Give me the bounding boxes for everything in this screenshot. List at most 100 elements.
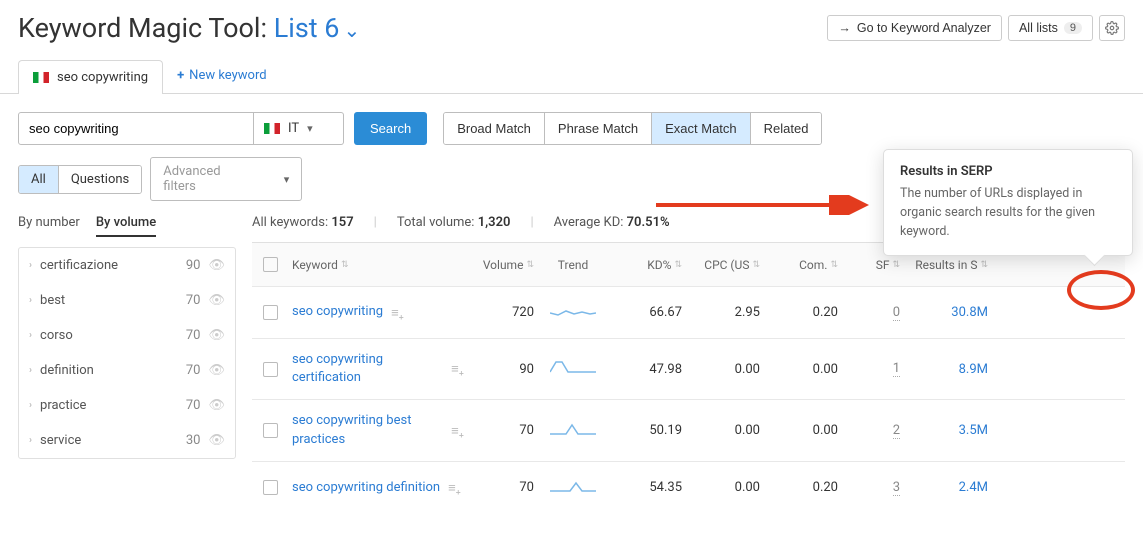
- results-value[interactable]: 2.4M: [959, 480, 988, 495]
- chevron-right-icon: ›: [29, 365, 32, 376]
- sidebar-item-count: 70: [186, 398, 201, 413]
- filter-all-button[interactable]: All: [19, 166, 59, 193]
- sort-icon: ⇅: [526, 260, 534, 270]
- kd-value: 47.98: [608, 354, 686, 385]
- row-checkbox[interactable]: [263, 305, 278, 320]
- eye-icon[interactable]: 👁: [208, 433, 225, 448]
- volume-value: 70: [468, 472, 538, 503]
- country-select[interactable]: IT ▾: [254, 112, 344, 145]
- all-keywords-value: 157: [331, 215, 353, 230]
- com-value: 0.20: [764, 297, 842, 328]
- col-volume[interactable]: Volume⇅: [468, 250, 538, 280]
- eye-icon[interactable]: 👁: [208, 363, 225, 378]
- col-cpc[interactable]: CPC (US⇅: [686, 250, 764, 280]
- tooltip-body: The number of URLs displayed in organic …: [900, 185, 1116, 241]
- chevron-right-icon: ›: [29, 260, 32, 271]
- sidebar-item-count: 70: [186, 328, 201, 343]
- sidebar-item[interactable]: ›certificazione90👁: [19, 248, 235, 283]
- col-kd[interactable]: KD%⇅: [608, 250, 686, 280]
- sf-value[interactable]: 3: [893, 480, 900, 496]
- all-lists-label: All lists: [1019, 21, 1058, 35]
- list-name-link[interactable]: List 6⌄: [274, 12, 361, 44]
- sidebar-item-label: service: [40, 433, 186, 448]
- volume-value: 90: [468, 354, 538, 385]
- add-to-list-icon[interactable]: ≡₊: [451, 423, 464, 439]
- results-tooltip: Results in SERP The number of URLs displ…: [883, 149, 1133, 256]
- chevron-right-icon: ›: [29, 435, 32, 446]
- flag-italy-icon: [264, 123, 280, 134]
- settings-button[interactable]: [1099, 15, 1125, 41]
- sf-value[interactable]: 0: [893, 305, 900, 321]
- trend-sparkline: [550, 303, 596, 319]
- add-to-list-icon[interactable]: ≡₊: [451, 361, 464, 377]
- annotation-arrow: [656, 195, 876, 215]
- broad-match-button[interactable]: Broad Match: [444, 113, 545, 144]
- kd-value: 50.19: [608, 415, 686, 446]
- sort-icon: ⇅: [752, 260, 760, 270]
- table-row: seo copywriting certification ≡₊ 90 47.98…: [252, 339, 1125, 400]
- go-to-analyzer-label: Go to Keyword Analyzer: [857, 21, 991, 35]
- kd-value: 66.67: [608, 297, 686, 328]
- sf-value[interactable]: 1: [893, 361, 900, 377]
- advanced-filters-label: Advanced filters: [163, 164, 253, 194]
- add-to-list-icon[interactable]: ≡₊: [391, 305, 404, 321]
- all-lists-button[interactable]: All lists 9: [1008, 15, 1093, 41]
- sort-by-number-tab[interactable]: By number: [18, 215, 80, 237]
- eye-icon[interactable]: 👁: [208, 293, 225, 308]
- phrase-match-button[interactable]: Phrase Match: [545, 113, 652, 144]
- exact-match-button[interactable]: Exact Match: [652, 113, 751, 144]
- col-keyword[interactable]: Keyword⇅: [288, 250, 468, 280]
- table-row: seo copywriting≡₊ 720 66.67 2.95 0.20 0 …: [252, 287, 1125, 339]
- keyword-link[interactable]: seo copywriting definition: [292, 479, 440, 497]
- search-button[interactable]: Search: [354, 112, 427, 145]
- row-checkbox[interactable]: [263, 423, 278, 438]
- match-type-group: Broad Match Phrase Match Exact Match Rel…: [443, 112, 822, 145]
- keyword-link[interactable]: seo copywriting: [292, 303, 383, 321]
- sidebar-item-count: 90: [186, 258, 201, 273]
- sort-icon: ⇅: [980, 260, 988, 270]
- sidebar-item[interactable]: ›practice70👁: [19, 388, 235, 423]
- sidebar-item[interactable]: ›best70👁: [19, 283, 235, 318]
- keyword-tab[interactable]: seo copywriting: [18, 60, 163, 94]
- keywords-table: Keyword⇅ Volume⇅ Trend KD%⇅ CPC (US⇅ Com…: [252, 242, 1125, 514]
- advanced-filters-dropdown[interactable]: Advanced filters ▾: [150, 157, 302, 201]
- row-checkbox[interactable]: [263, 480, 278, 495]
- tooltip-title: Results in SERP: [900, 164, 1116, 179]
- sidebar-item[interactable]: ›definition70👁: [19, 353, 235, 388]
- total-volume-label: Total volume:: [397, 215, 475, 230]
- sidebar-item-label: best: [40, 293, 186, 308]
- results-value[interactable]: 8.9M: [959, 362, 988, 377]
- select-all-checkbox[interactable]: [263, 257, 278, 272]
- cpc-value: 2.95: [686, 297, 764, 328]
- trend-sparkline: [550, 421, 596, 437]
- results-value[interactable]: 30.8M: [951, 305, 988, 320]
- eye-icon[interactable]: 👁: [208, 328, 225, 343]
- sort-icon: ⇅: [892, 260, 900, 270]
- keyword-link[interactable]: seo copywriting best practices: [292, 412, 443, 448]
- com-value: 0.00: [764, 415, 842, 446]
- related-button[interactable]: Related: [751, 113, 822, 144]
- avg-kd-value: 70.51%: [627, 215, 670, 230]
- row-checkbox[interactable]: [263, 362, 278, 377]
- table-row: seo copywriting best practices≡₊ 70 50.1…: [252, 400, 1125, 461]
- sort-by-volume-tab[interactable]: By volume: [96, 215, 156, 237]
- sidebar-item-label: corso: [40, 328, 186, 343]
- search-input[interactable]: [18, 112, 254, 145]
- arrow-right-icon: →: [838, 21, 851, 35]
- add-to-list-icon[interactable]: ≡₊: [448, 480, 461, 496]
- eye-icon[interactable]: 👁: [208, 258, 225, 273]
- sf-value[interactable]: 2: [893, 423, 900, 439]
- com-value: 0.00: [764, 354, 842, 385]
- chevron-right-icon: ›: [29, 400, 32, 411]
- go-to-analyzer-button[interactable]: → Go to Keyword Analyzer: [827, 15, 1002, 41]
- col-com[interactable]: Com.⇅: [764, 250, 842, 280]
- all-lists-count: 9: [1064, 22, 1082, 34]
- eye-icon[interactable]: 👁: [208, 398, 225, 413]
- sidebar-item[interactable]: ›service30👁: [19, 423, 235, 458]
- filter-questions-button[interactable]: Questions: [59, 166, 141, 193]
- keyword-link[interactable]: seo copywriting certification: [292, 351, 443, 387]
- chevron-right-icon: ›: [29, 330, 32, 341]
- new-keyword-button[interactable]: + New keyword: [177, 68, 266, 85]
- results-value[interactable]: 3.5M: [959, 423, 988, 438]
- sidebar-item[interactable]: › corso70 👁: [19, 318, 235, 353]
